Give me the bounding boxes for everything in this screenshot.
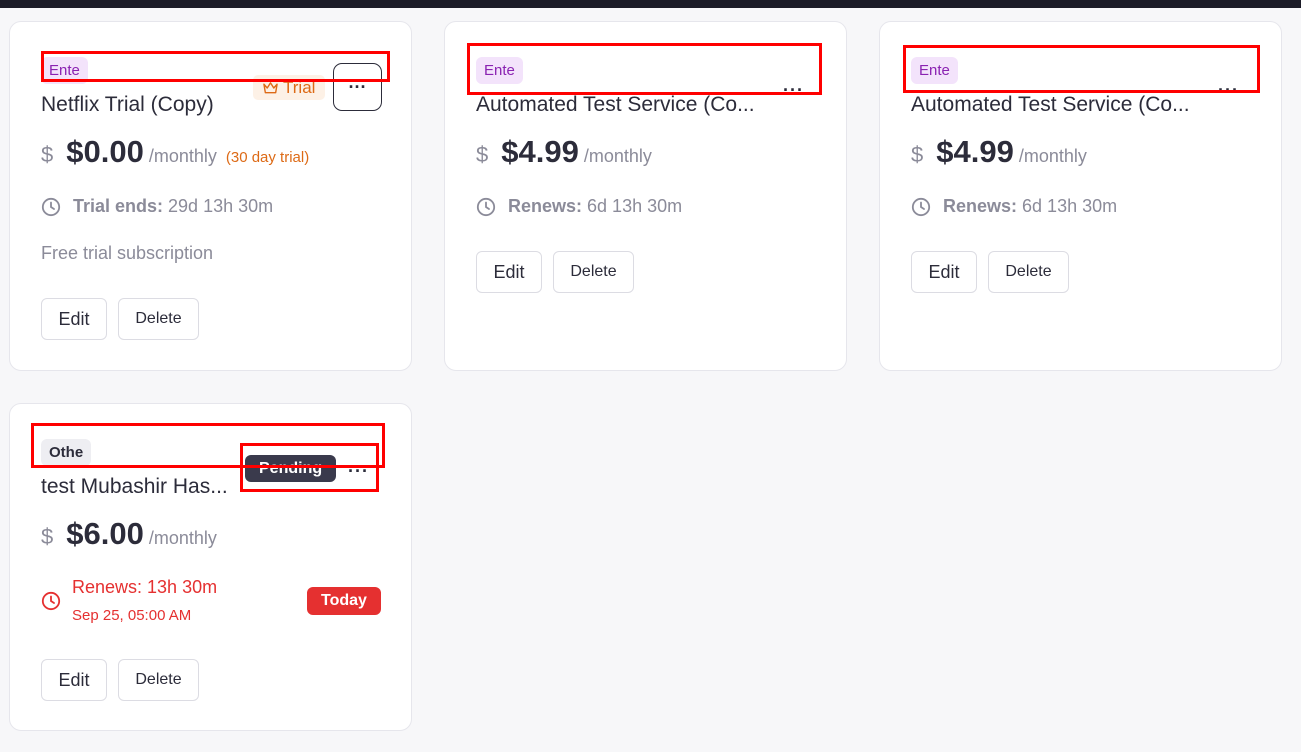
category-tag: Ente xyxy=(911,57,958,84)
price-amount: $4.99 xyxy=(501,134,579,169)
edit-button[interactable]: Edit xyxy=(41,659,107,701)
trial-note: (30 day trial) xyxy=(225,149,310,166)
subscription-card: Ente Trial ··· Netflix Trial (Copy) $ $0… xyxy=(9,21,412,371)
more-horizontal-icon: ··· xyxy=(348,77,367,97)
clock-icon xyxy=(911,197,931,216)
clock-icon xyxy=(41,197,61,216)
more-horizontal-icon[interactable]: ··· xyxy=(348,462,369,480)
more-options-button[interactable]: ··· xyxy=(333,63,382,111)
renews-text: Renews: 13h 30m xyxy=(72,577,218,597)
service-title: test Mubashir Has... xyxy=(41,475,228,498)
delete-button[interactable]: Delete xyxy=(118,659,199,701)
delete-button[interactable]: Delete xyxy=(553,251,634,293)
renews-row: Renews: 6d 13h 30m xyxy=(911,196,1117,217)
trial-ends-row: Trial ends: 29d 13h 30m xyxy=(41,196,273,217)
category-tag: Othe xyxy=(41,439,92,466)
renews-row: Renews: 6d 13h 30m xyxy=(476,196,682,217)
price-row: $ $4.99 /monthly xyxy=(911,134,1087,174)
subscription-card: Ente ··· Automated Test Service (Co... $… xyxy=(879,21,1282,371)
renews-value: 6d 13h 30m xyxy=(587,196,683,216)
trial-badge-label: Trial xyxy=(283,77,316,97)
renews-label: Renews: xyxy=(508,196,583,216)
trial-badge: Trial xyxy=(253,75,326,100)
service-title: Automated Test Service (Co... xyxy=(911,93,1190,116)
price-amount: $0.00 xyxy=(66,134,144,169)
more-horizontal-icon[interactable]: ··· xyxy=(783,81,804,99)
category-tag: Ente xyxy=(476,57,523,84)
price-amount: $4.99 xyxy=(936,134,1014,169)
delete-button[interactable]: Delete xyxy=(988,251,1069,293)
billing-period: /monthly xyxy=(148,146,217,166)
renews-value: 6d 13h 30m xyxy=(1022,196,1118,216)
service-title: Netflix Trial (Copy) xyxy=(41,93,214,116)
price-row: $ $0.00 /monthly (30 day trial) xyxy=(41,134,309,174)
pending-badge: Pending xyxy=(245,455,337,482)
top-bar xyxy=(0,0,1301,8)
currency-symbol: $ xyxy=(476,142,489,167)
currency-symbol: $ xyxy=(41,142,54,167)
clock-icon xyxy=(41,591,61,611)
clock-icon xyxy=(476,197,496,216)
more-horizontal-icon[interactable]: ··· xyxy=(1218,81,1239,99)
edit-button[interactable]: Edit xyxy=(41,298,107,340)
billing-period: /monthly xyxy=(148,528,217,548)
edit-button[interactable]: Edit xyxy=(476,251,542,293)
price-row: $ $6.00 /monthly xyxy=(41,516,217,556)
trial-ends-value: 29d 13h 30m xyxy=(168,196,274,216)
renews-row: Renews: 13h 30m Sep 25, 05:00 AM xyxy=(41,577,217,624)
currency-symbol: $ xyxy=(41,524,54,549)
price-row: $ $4.99 /monthly xyxy=(476,134,652,174)
price-amount: $6.00 xyxy=(66,516,144,551)
today-badge: Today xyxy=(307,587,381,615)
category-tag: Ente xyxy=(41,57,88,84)
subscription-card: Othe Pending ··· test Mubashir Has... $ … xyxy=(9,403,412,731)
delete-button[interactable]: Delete xyxy=(118,298,199,340)
edit-button[interactable]: Edit xyxy=(911,251,977,293)
renews-date: Sep 25, 05:00 AM xyxy=(72,607,192,624)
crown-icon xyxy=(263,81,278,93)
subscription-card: Ente ··· Automated Test Service (Co... $… xyxy=(444,21,847,371)
renews-label: Renews: xyxy=(943,196,1018,216)
billing-period: /monthly xyxy=(1018,146,1087,166)
service-title: Automated Test Service (Co... xyxy=(476,93,755,116)
billing-period: /monthly xyxy=(583,146,652,166)
description: Free trial subscription xyxy=(41,243,214,263)
trial-ends-label: Trial ends: xyxy=(73,196,164,216)
currency-symbol: $ xyxy=(911,142,924,167)
